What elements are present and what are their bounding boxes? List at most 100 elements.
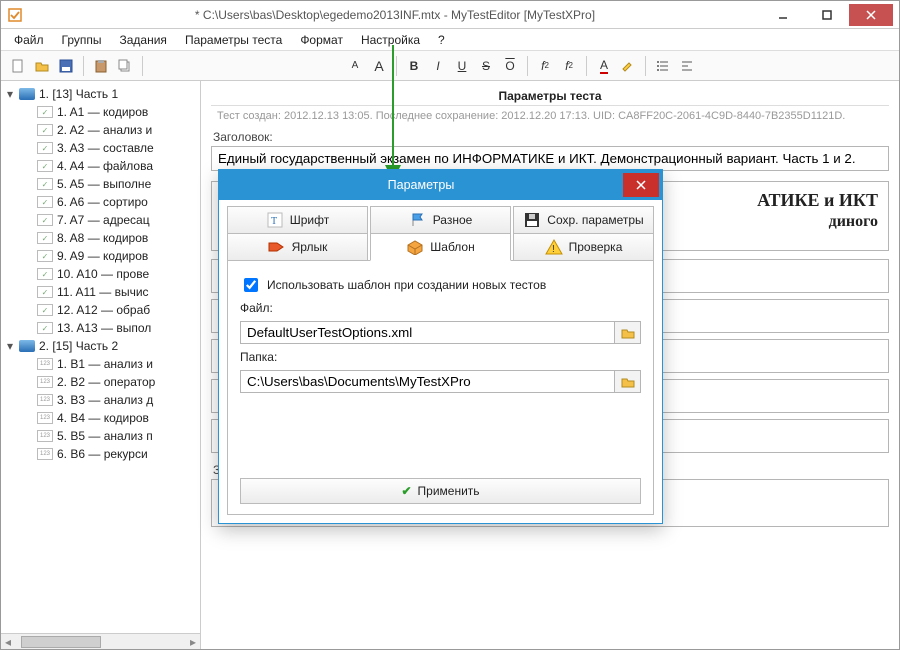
tree[interactable]: ▾ 1. [13] Часть 1 ✓1. A1 — кодиров ✓2. A… bbox=[1, 81, 200, 633]
collapse-icon[interactable]: ▾ bbox=[5, 87, 15, 101]
underline-icon[interactable]: U bbox=[451, 55, 473, 77]
dialog-close-button[interactable] bbox=[623, 173, 659, 197]
tree-item[interactable]: 1232. B2 — оператор bbox=[3, 373, 198, 391]
tabs-row-2: Ярлык Шаблон ! Проверка bbox=[227, 233, 654, 261]
flag-icon bbox=[409, 211, 427, 229]
tree-label: 1. [13] Часть 1 bbox=[39, 87, 118, 101]
task-icon: 123 bbox=[37, 430, 53, 442]
tree-group-2[interactable]: ▾ 2. [15] Часть 2 bbox=[3, 337, 198, 355]
meta-text: Тест создан: 2012.12.13 13:05. Последнее… bbox=[211, 106, 889, 126]
align-icon[interactable] bbox=[676, 55, 698, 77]
tree-item[interactable]: 1234. B4 — кодиров bbox=[3, 409, 198, 427]
superscript-icon[interactable]: f2 bbox=[558, 55, 580, 77]
sidebar-hscroll[interactable]: ◂ ▸ bbox=[1, 633, 200, 649]
menu-format[interactable]: Формат bbox=[293, 31, 350, 49]
titlebar: * C:\Users\bas\Desktop\egedemo2013INF.mt… bbox=[1, 1, 899, 29]
bold-icon[interactable]: B bbox=[403, 55, 425, 77]
task-icon: 123 bbox=[37, 358, 53, 370]
paste-icon[interactable] bbox=[90, 55, 112, 77]
tree-item[interactable]: ✓12. A12 — обраб bbox=[3, 301, 198, 319]
use-template-checkbox[interactable]: Использовать шаблон при создании новых т… bbox=[240, 275, 641, 295]
tree-item[interactable]: ✓5. A5 — выполне bbox=[3, 175, 198, 193]
folder-field bbox=[240, 370, 641, 393]
tree-item[interactable]: 1233. B3 — анализ д bbox=[3, 391, 198, 409]
menu-groups[interactable]: Группы bbox=[55, 31, 109, 49]
new-file-icon[interactable] bbox=[7, 55, 29, 77]
scroll-thumb[interactable] bbox=[21, 636, 101, 648]
copy-icon[interactable] bbox=[114, 55, 136, 77]
task-icon: ✓ bbox=[37, 142, 53, 154]
tab-save-params[interactable]: Сохр. параметры bbox=[513, 206, 654, 234]
tab-template[interactable]: Шаблон bbox=[370, 233, 511, 261]
checkbox-input[interactable] bbox=[244, 278, 258, 292]
apply-button[interactable]: ✔ Применить bbox=[240, 478, 641, 504]
tree-group-1[interactable]: ▾ 1. [13] Часть 1 bbox=[3, 85, 198, 103]
tree-item[interactable]: ✓6. A6 — сортиро bbox=[3, 193, 198, 211]
task-icon: ✓ bbox=[37, 214, 53, 226]
task-icon: ✓ bbox=[37, 322, 53, 334]
tree-item[interactable]: ✓4. A4 — файлова bbox=[3, 157, 198, 175]
subscript-icon[interactable]: f2 bbox=[534, 55, 556, 77]
tree-item[interactable]: ✓13. A13 — выпол bbox=[3, 319, 198, 337]
tree-item[interactable]: ✓9. A9 — кодиров bbox=[3, 247, 198, 265]
parameters-dialog: Параметры T Шрифт Разное Сохр. параметры bbox=[218, 169, 663, 524]
window-controls bbox=[761, 4, 893, 26]
diskette-icon bbox=[523, 211, 541, 229]
toolbar: A A B I U S O f2 f2 A bbox=[1, 51, 899, 81]
menu-test-params[interactable]: Параметры теста bbox=[178, 31, 289, 49]
tree-item[interactable]: ✓3. A3 — составле bbox=[3, 139, 198, 157]
browse-folder-button[interactable] bbox=[615, 370, 641, 393]
highlight-icon[interactable] bbox=[617, 55, 639, 77]
tree-item[interactable]: 1235. B5 — анализ п bbox=[3, 427, 198, 445]
tab-shortcut[interactable]: Ярлык bbox=[227, 233, 368, 261]
tree-item[interactable]: ✓10. A10 — прове bbox=[3, 265, 198, 283]
maximize-button[interactable] bbox=[805, 4, 849, 26]
list-icon[interactable] bbox=[652, 55, 674, 77]
task-icon: ✓ bbox=[37, 268, 53, 280]
browse-file-button[interactable] bbox=[615, 321, 641, 344]
box-icon bbox=[406, 238, 424, 256]
tree-item[interactable]: ✓2. A2 — анализ и bbox=[3, 121, 198, 139]
tab-misc[interactable]: Разное bbox=[370, 206, 511, 234]
strike-icon[interactable]: S bbox=[475, 55, 497, 77]
tree-item[interactable]: 1231. B1 — анализ и bbox=[3, 355, 198, 373]
collapse-icon[interactable]: ▾ bbox=[5, 339, 15, 353]
overline-icon[interactable]: O bbox=[499, 55, 521, 77]
file-label: Файл: bbox=[240, 301, 641, 315]
tab-font[interactable]: T Шрифт bbox=[227, 206, 368, 234]
tree-item[interactable]: ✓7. A7 — адресац bbox=[3, 211, 198, 229]
task-icon: ✓ bbox=[37, 286, 53, 298]
open-file-icon[interactable] bbox=[31, 55, 53, 77]
menu-tasks[interactable]: Задания bbox=[113, 31, 174, 49]
checkbox-label: Использовать шаблон при создании новых т… bbox=[267, 278, 546, 292]
folder-input[interactable] bbox=[240, 370, 615, 393]
italic-icon[interactable]: I bbox=[427, 55, 449, 77]
tree-item[interactable]: ✓8. A8 — кодиров bbox=[3, 229, 198, 247]
file-input[interactable] bbox=[240, 321, 615, 344]
check-icon: ✔ bbox=[401, 484, 411, 498]
tree-item[interactable]: ✓11. A11 — вычис bbox=[3, 283, 198, 301]
task-icon: ✓ bbox=[37, 106, 53, 118]
folder-label: Папка: bbox=[240, 350, 641, 364]
font-tab-icon: T bbox=[266, 211, 284, 229]
close-button[interactable] bbox=[849, 4, 893, 26]
file-field bbox=[240, 321, 641, 344]
font-color-icon[interactable]: A bbox=[593, 55, 615, 77]
minimize-button[interactable] bbox=[761, 4, 805, 26]
tree-item[interactable]: 1236. B6 — рекурси bbox=[3, 445, 198, 463]
font-smaller-icon[interactable]: A bbox=[344, 55, 366, 77]
menu-help[interactable]: ? bbox=[431, 31, 452, 49]
folder-icon bbox=[19, 340, 35, 352]
task-icon: ✓ bbox=[37, 178, 53, 190]
tab-check[interactable]: ! Проверка bbox=[513, 233, 654, 261]
sidebar: ▾ 1. [13] Часть 1 ✓1. A1 — кодиров ✓2. A… bbox=[1, 81, 201, 649]
font-larger-icon[interactable]: A bbox=[368, 55, 390, 77]
header-input[interactable] bbox=[211, 146, 889, 171]
menu-settings[interactable]: Настройка bbox=[354, 31, 427, 49]
menu-file[interactable]: Файл bbox=[7, 31, 51, 49]
dialog-titlebar[interactable]: Параметры bbox=[219, 170, 662, 200]
save-icon[interactable] bbox=[55, 55, 77, 77]
tree-item[interactable]: ✓1. A1 — кодиров bbox=[3, 103, 198, 121]
svg-text:T: T bbox=[271, 216, 277, 227]
tabs-row-1: T Шрифт Разное Сохр. параметры bbox=[227, 206, 654, 234]
